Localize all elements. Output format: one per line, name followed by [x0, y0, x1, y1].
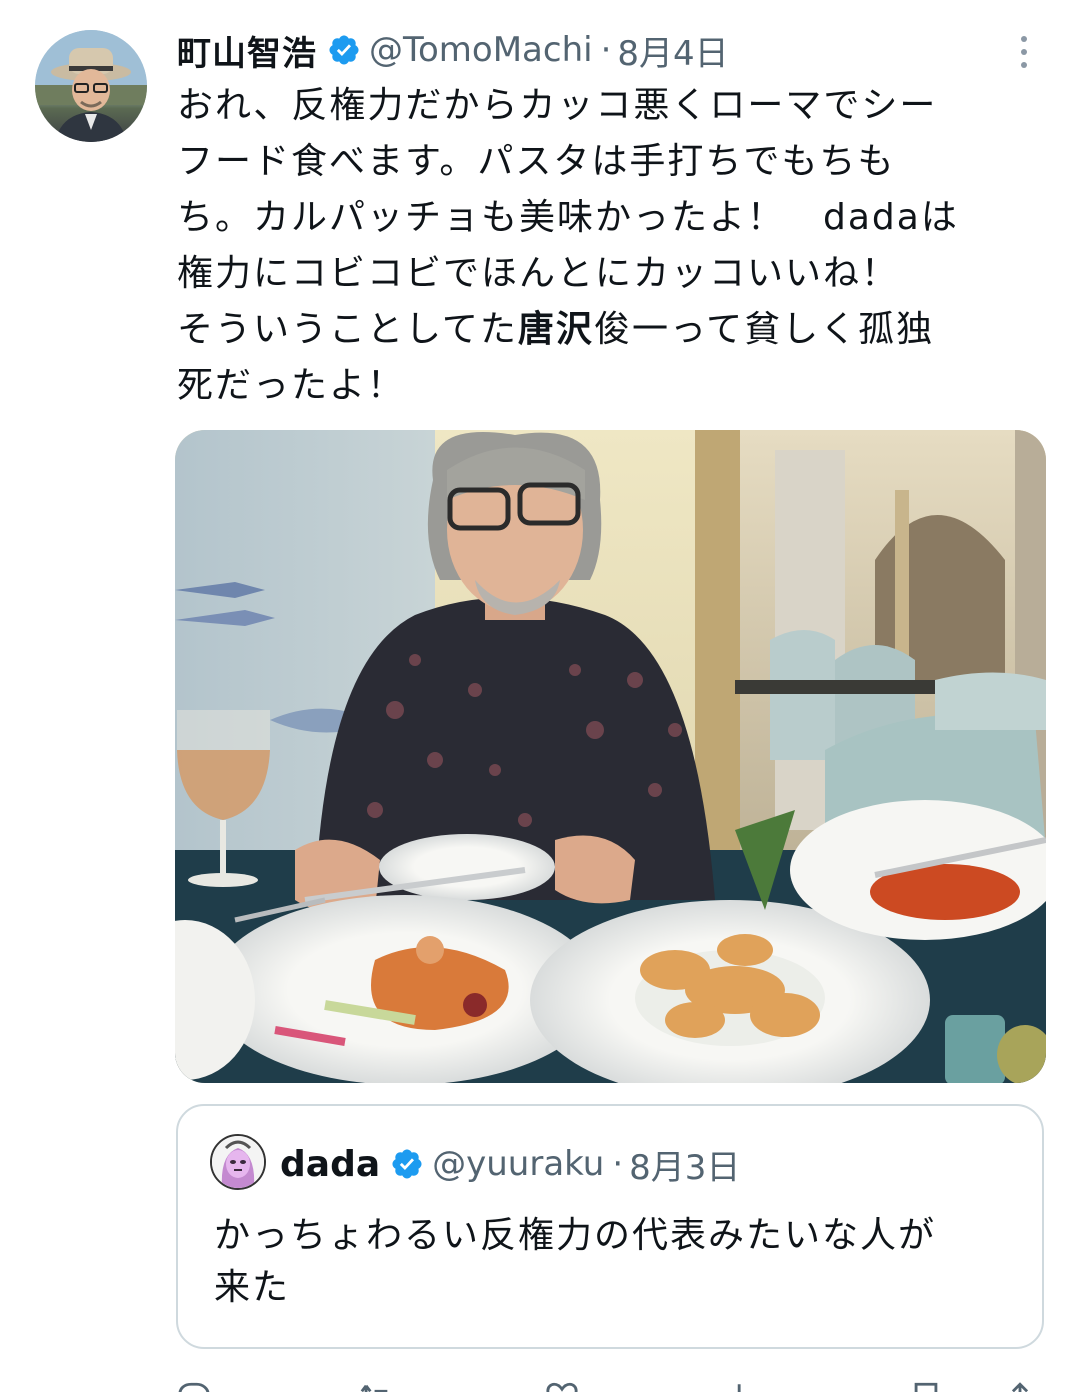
reply-button[interactable]	[177, 1380, 219, 1392]
tweet-text: おれ、反権力だからカッコ悪くローマでシー フード食べます。パスタは手打ちでもちも…	[177, 78, 1037, 414]
share-button[interactable]	[1003, 1380, 1037, 1392]
views-button[interactable]	[725, 1380, 767, 1392]
action-bar	[177, 1376, 1037, 1392]
author-handle[interactable]: @TomoMachi	[369, 30, 593, 70]
separator-dot: ·	[600, 30, 612, 70]
share-icon	[1011, 1382, 1029, 1392]
bookmark-icon	[914, 1382, 938, 1392]
tweet-text-line: 権力にコビコビでほんとにカッコいいね！	[177, 253, 900, 294]
author-avatar[interactable]	[35, 30, 147, 142]
tweet-date[interactable]: 8月4日	[617, 26, 728, 75]
author-name[interactable]: 町山智浩	[177, 26, 317, 75]
reply-icon	[178, 1382, 210, 1392]
more-options-icon[interactable]	[1006, 30, 1042, 74]
bold-name: 唐沢	[517, 309, 594, 350]
retweet-button[interactable]	[359, 1380, 401, 1392]
retweet-icon	[360, 1384, 388, 1392]
quoted-text: かっちょわるい反権力の代表みたいな人が 来た	[214, 1210, 1024, 1314]
quoted-text-line: かっちょわるい反権力の代表みたいな人が	[214, 1215, 937, 1256]
quoted-author-avatar[interactable]	[210, 1134, 266, 1190]
tweet-text-line: おれ、反権力だからカッコ悪くローマでシー	[177, 85, 938, 126]
tweet-text-line: そういうことしてた唐沢俊一って貧しく孤独	[177, 309, 935, 350]
quoted-date[interactable]: 8月3日	[629, 1140, 740, 1189]
tweet-header: 町山智浩 @TomoMachi · 8月4日	[177, 22, 729, 78]
quoted-author-handle[interactable]: @yuuraku	[432, 1144, 604, 1184]
like-button[interactable]	[545, 1380, 587, 1392]
verified-badge-icon	[390, 1147, 424, 1181]
tweet-text-line: ち。カルパッチョも美味かったよ！ dadaは	[177, 197, 959, 238]
quoted-tweet[interactable]: dada @yuuraku · 8月3日 かっちょわるい反権力の代表みたいな人が…	[176, 1104, 1044, 1349]
views-icon	[737, 1384, 741, 1392]
tweet-text-line: フード食べます。パスタは手打ちでもちも	[177, 141, 896, 182]
verified-badge-icon	[327, 33, 361, 67]
tweet-photo[interactable]	[175, 430, 1046, 1083]
quoted-text-line: 来た	[214, 1267, 291, 1308]
quoted-author-name[interactable]: dada	[280, 1144, 380, 1185]
bookmark-button[interactable]	[909, 1380, 951, 1392]
tweet-text-line: 死だったよ！	[177, 365, 406, 406]
quoted-header: dada @yuuraku · 8月3日	[280, 1136, 740, 1192]
separator-dot: ·	[612, 1144, 624, 1184]
like-icon	[546, 1382, 578, 1392]
